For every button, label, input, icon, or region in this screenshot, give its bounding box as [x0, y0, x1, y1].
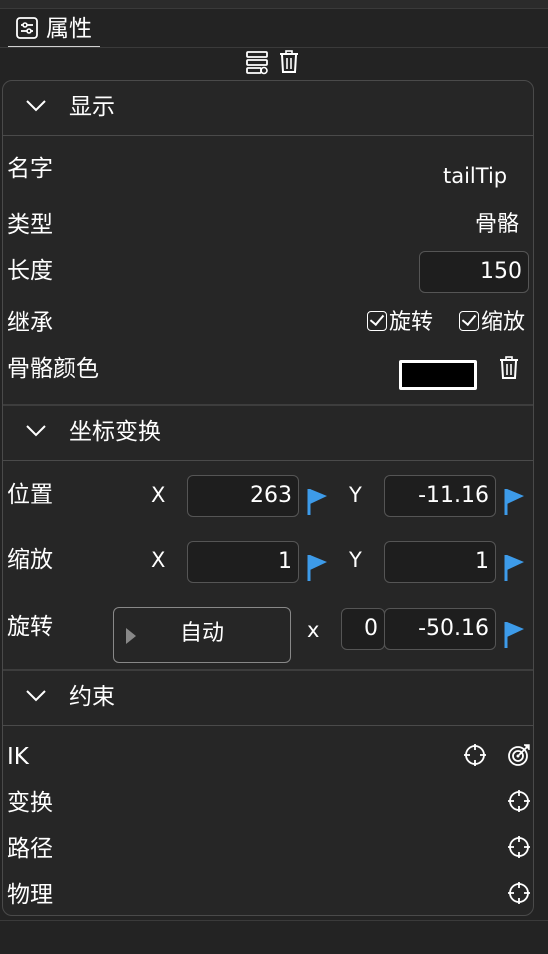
rotate-mode-value: 自动 [179, 621, 224, 646]
position-label: 位置 [7, 482, 53, 508]
section-display-title: 显示 [69, 94, 115, 120]
constraint-path-label: 路径 [7, 836, 53, 862]
tab-divider [0, 47, 548, 48]
position-y-axis-label: Y [349, 483, 362, 507]
name-label: 名字 [7, 156, 53, 182]
tab-properties[interactable]: 属性 [6, 9, 100, 48]
type-label: 类型 [7, 212, 53, 238]
length-label: 长度 [7, 258, 53, 284]
section-constraints-title: 约束 [69, 684, 115, 710]
trash-icon[interactable] [278, 49, 304, 75]
chevron-down-icon [25, 688, 47, 707]
position-x-input[interactable]: 263 [187, 475, 299, 517]
flag-icon[interactable] [307, 487, 329, 517]
properties-panel: 显示 名字 tailTip 类型 骨骼 长度 150 继承 旋转 缩放 骨骼颜色… [2, 80, 534, 916]
inherit-scale-label: 缩放 [481, 310, 526, 335]
flag-icon[interactable] [307, 553, 329, 583]
inherit-rotate-checkbox[interactable]: 旋转 [367, 309, 433, 337]
type-value: 骨骼 [475, 212, 520, 237]
constraint-transform-label: 变换 [7, 790, 53, 816]
scale-y-input[interactable]: 1 [384, 541, 496, 583]
checkbox-checked-icon [367, 311, 387, 331]
crosshair-icon[interactable] [463, 743, 489, 769]
bone-color-swatch[interactable] [399, 360, 477, 390]
properties-icon [16, 17, 38, 43]
trash-icon[interactable] [498, 355, 524, 381]
rotate-mode-dropdown[interactable]: 自动 [113, 607, 291, 663]
chevron-down-icon [25, 98, 47, 117]
inherit-scale-checkbox[interactable]: 缩放 [459, 309, 525, 337]
rotate-label: 旋转 [7, 614, 53, 640]
chevron-down-icon [25, 423, 47, 442]
crosshair-icon[interactable] [507, 835, 533, 861]
section-constraints-header[interactable]: 约束 [3, 671, 533, 726]
inherit-label: 继承 [7, 310, 53, 336]
position-x-axis-label: X [151, 483, 166, 507]
tab-properties-label: 属性 [46, 16, 92, 42]
flag-icon[interactable] [504, 620, 526, 650]
window-top-bar [0, 0, 548, 9]
panel-bottom-divider [0, 920, 548, 921]
section-display-header[interactable]: 显示 [3, 81, 533, 136]
position-y-input[interactable]: -11.16 [384, 475, 496, 517]
inherit-rotate-label: 旋转 [389, 310, 434, 335]
checkbox-checked-icon [459, 311, 479, 331]
crosshair-icon[interactable] [507, 789, 533, 815]
rotate-axis-label: x [307, 618, 320, 642]
constraint-physics-label: 物理 [7, 882, 53, 908]
scale-y-axis-label: Y [349, 548, 362, 572]
constraint-ik-label: IK [7, 744, 29, 770]
name-value[interactable]: tailTip [443, 163, 507, 189]
scale-x-input[interactable]: 1 [187, 541, 299, 583]
flag-icon[interactable] [504, 487, 526, 517]
length-input[interactable]: 150 [419, 251, 529, 293]
crosshair-icon[interactable] [507, 881, 533, 907]
flag-icon[interactable] [504, 553, 526, 583]
rotate-x-input[interactable]: 0 [341, 608, 385, 650]
layers-icon[interactable] [245, 49, 271, 75]
scale-x-axis-label: X [151, 548, 166, 572]
target-add-icon[interactable] [507, 743, 533, 769]
rotate-value-input[interactable]: -50.16 [384, 608, 496, 650]
scale-label: 缩放 [7, 547, 53, 573]
section-transform-header[interactable]: 坐标变换 [3, 406, 533, 461]
bone-color-label: 骨骼颜色 [7, 356, 99, 382]
section-transform-title: 坐标变换 [69, 419, 161, 445]
